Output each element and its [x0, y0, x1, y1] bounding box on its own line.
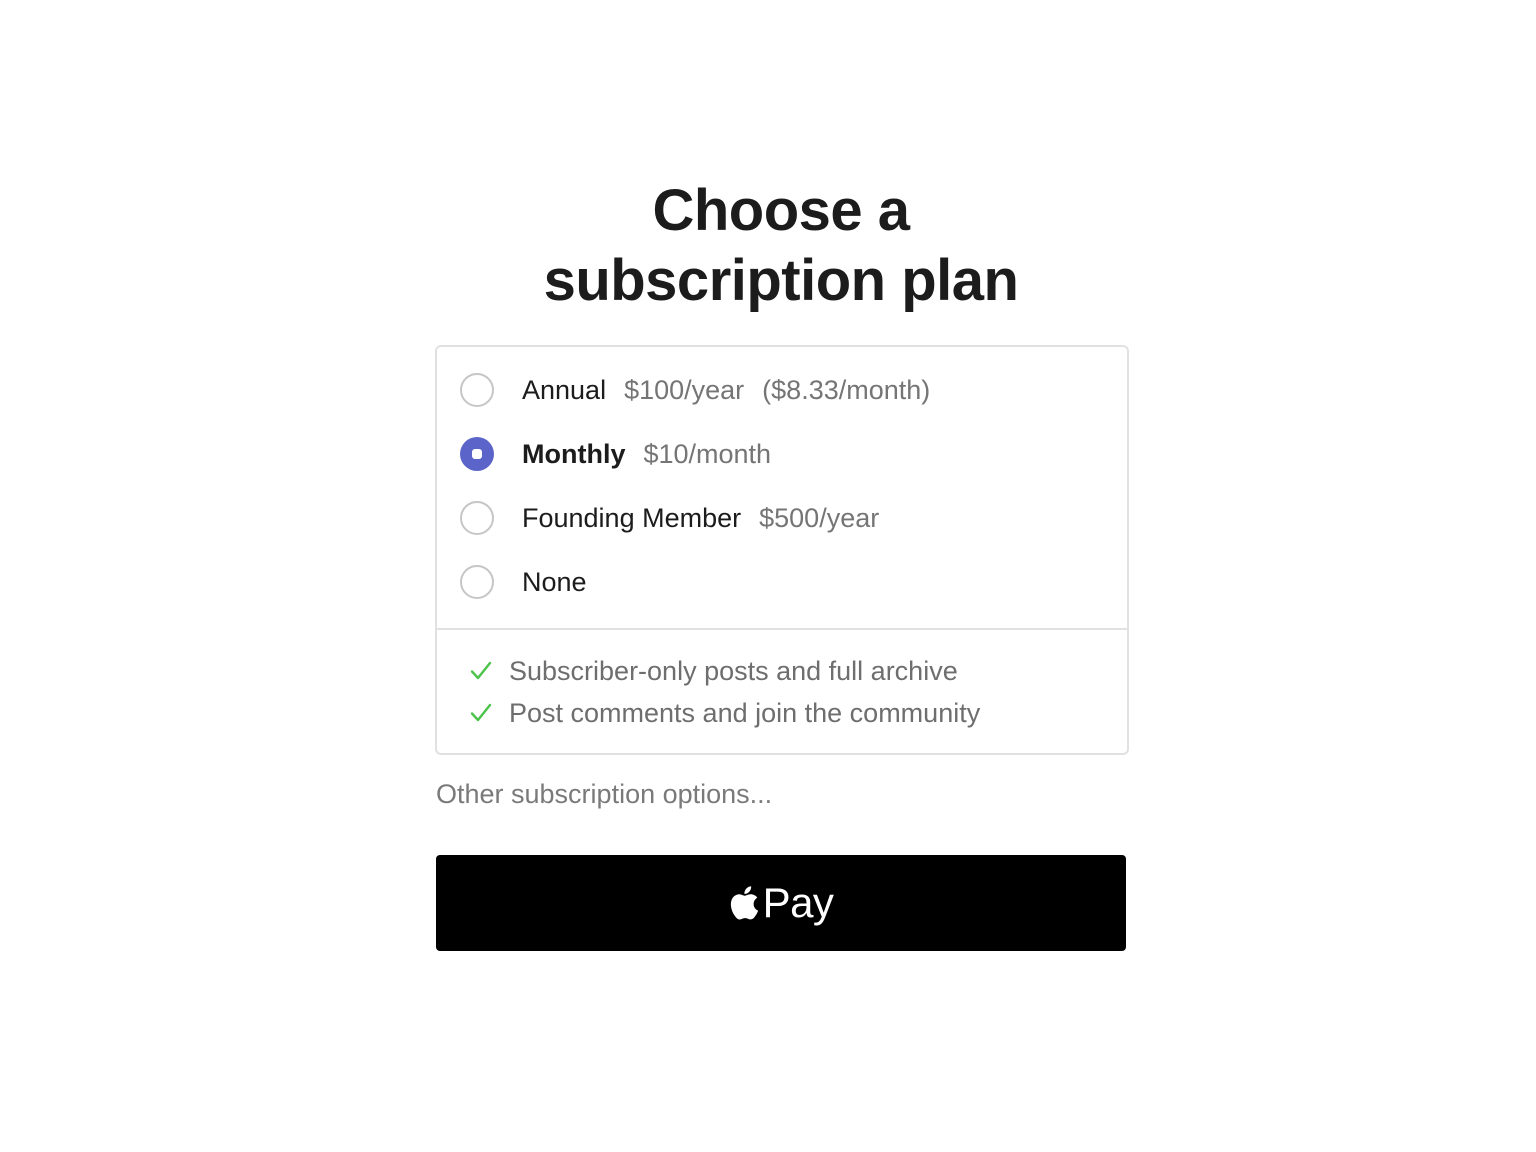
plan-name-none: None	[522, 566, 587, 597]
page-title-line-2: subscription plan	[543, 248, 1019, 313]
plan-price-founding-member: $500/year	[759, 502, 880, 533]
plan-option-founding-member[interactable]: Founding Member $500/year	[437, 488, 1127, 552]
plan-option-monthly[interactable]: Monthly $10/month	[437, 424, 1127, 488]
plan-monthly-equivalent-annual: ($8.33/month)	[762, 374, 931, 405]
checkmark-icon	[470, 703, 492, 722]
other-subscription-options-link[interactable]: Other subscription options...	[436, 779, 772, 810]
page-title-line-1: Choose a	[652, 178, 910, 243]
plan-none-text: None	[522, 552, 587, 612]
checkmark-icon	[470, 661, 492, 680]
plan-price-annual: $100/year	[624, 374, 745, 405]
radio-founding-member[interactable]	[460, 501, 494, 535]
plan-name-founding-member: Founding Member	[522, 502, 742, 533]
benefit-item: Subscriber-only posts and full archive	[469, 651, 958, 691]
plan-annual-text: Annual $100/year ($8.33/month)	[522, 360, 930, 420]
benefit-text: Subscriber-only posts and full archive	[509, 655, 958, 686]
radio-monthly[interactable]	[460, 437, 494, 471]
benefit-item: Post comments and join the community	[469, 693, 980, 733]
plan-founding-member-text: Founding Member $500/year	[522, 488, 879, 548]
page-title: Choose a subscription plan	[436, 176, 1126, 316]
plan-monthly-text: Monthly $10/month	[522, 424, 771, 484]
apple-pay-label: Pay	[762, 879, 834, 926]
plan-name-annual: Annual	[522, 374, 607, 405]
benefit-text: Post comments and join the community	[509, 697, 981, 728]
plan-name-monthly: Monthly	[522, 438, 626, 469]
apple-pay-button[interactable]: Pay	[436, 855, 1126, 951]
apple-logo-icon	[730, 886, 758, 920]
plan-price-monthly: $10/month	[643, 438, 772, 469]
radio-annual[interactable]	[460, 373, 494, 407]
plan-option-annual[interactable]: Annual $100/year ($8.33/month)	[437, 360, 1127, 424]
card-divider	[437, 628, 1127, 630]
plan-selector-card: Annual $100/year ($8.33/month) Monthly $…	[435, 345, 1129, 755]
plan-option-none[interactable]: None	[437, 552, 1127, 616]
radio-none[interactable]	[460, 565, 494, 599]
